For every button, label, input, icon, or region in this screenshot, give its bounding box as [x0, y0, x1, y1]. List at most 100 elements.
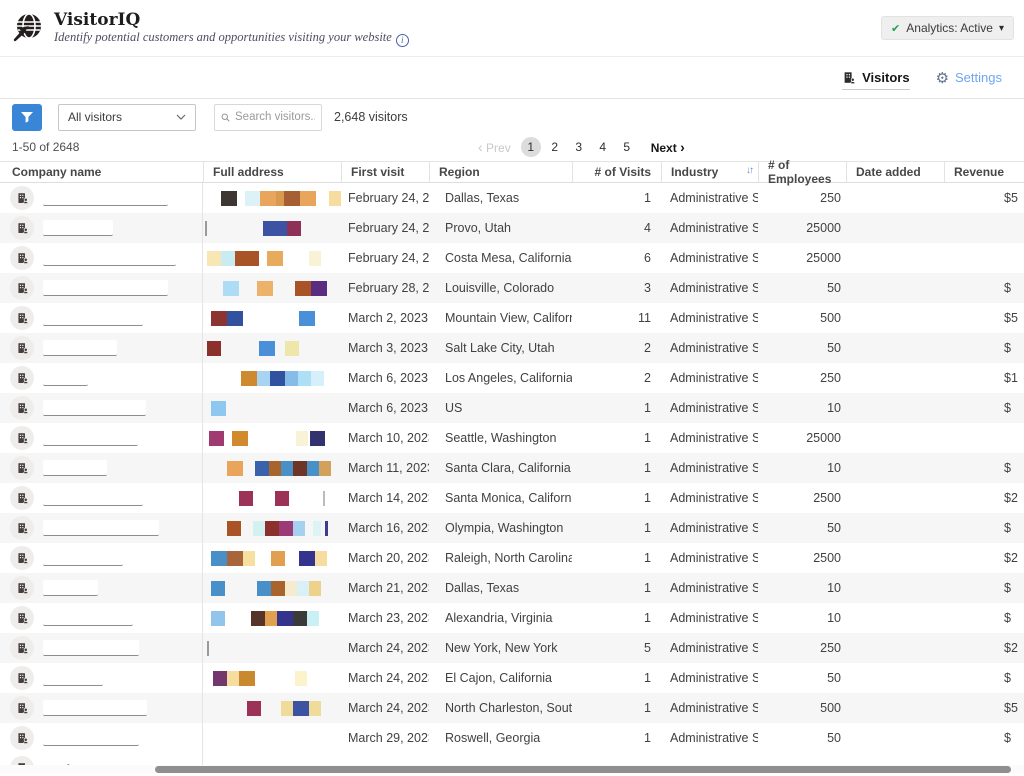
- first-visit-cell: March 23, 2023: [341, 611, 429, 625]
- column-header-full-address[interactable]: Full address: [203, 162, 341, 182]
- building-icon: [16, 552, 29, 565]
- table-row[interactable]: February 24, 2023Provo, Utah4Administrat…: [0, 213, 1024, 243]
- employees-cell: 50: [758, 341, 846, 355]
- table-row-partial[interactable]: Business Cent: [0, 753, 1024, 765]
- region-cell: Costa Mesa, California: [429, 251, 572, 265]
- company-name-redacted: [43, 670, 103, 686]
- company-name-redacted: [43, 580, 98, 596]
- table-row[interactable]: February 24, 2023Costa Mesa, California6…: [0, 243, 1024, 273]
- full-address-cell: [203, 453, 341, 483]
- address-redacted-block: [227, 551, 243, 566]
- company-cell: [0, 633, 203, 663]
- column-header-date-added[interactable]: Date added: [846, 162, 944, 182]
- column-header-first-visit[interactable]: First visit: [341, 162, 429, 182]
- column-header-revenue[interactable]: Revenue: [944, 162, 1024, 182]
- region-cell: Olympia, Washington: [429, 521, 572, 535]
- table-row[interactable]: March 21, 2023Dallas, Texas1Administrati…: [0, 573, 1024, 603]
- address-redacted-block: [311, 371, 324, 386]
- revenue-cell: $: [944, 611, 1024, 625]
- revenue-cell: $: [944, 671, 1024, 685]
- table-row[interactable]: February 24, 2023Dallas, Texas1Administr…: [0, 183, 1024, 213]
- building-icon: [16, 582, 29, 595]
- page-number-3[interactable]: 3: [569, 137, 589, 157]
- address-redacted-block: [295, 671, 307, 686]
- address-redacted-block: [207, 341, 221, 356]
- industry-cell: Administrative Sup...: [661, 311, 758, 325]
- company-avatar: [10, 456, 34, 480]
- revenue-cell: $2: [944, 551, 1024, 565]
- employees-cell: 10: [758, 401, 846, 415]
- globe-logo-icon: [12, 12, 44, 44]
- table-row[interactable]: March 3, 2023Salt Lake City, Utah2Admini…: [0, 333, 1024, 363]
- company-name-redacted: [43, 640, 139, 656]
- table-row[interactable]: March 16, 2023Olympia, Washington1Admini…: [0, 513, 1024, 543]
- visitoriq-app: VisitorIQ Identify potential customers a…: [0, 0, 1024, 776]
- analytics-status-button[interactable]: ✔ Analytics: Active ▾: [881, 16, 1014, 40]
- visits-cell: 1: [572, 551, 661, 565]
- tab-visitors[interactable]: Visitors: [842, 57, 909, 98]
- first-visit-cell: March 21, 2023: [341, 581, 429, 595]
- full-address-cell: [203, 183, 341, 213]
- first-visit-cell: March 6, 2023: [341, 401, 429, 415]
- info-icon[interactable]: i: [396, 34, 409, 47]
- table-row[interactable]: March 14, 2023Santa Monica, California1A…: [0, 483, 1024, 513]
- full-address-cell: [203, 483, 341, 513]
- visitor-filter-value: All visitors: [68, 110, 122, 124]
- column-header-industry[interactable]: Industry ↓↑: [661, 162, 758, 182]
- page-number-5[interactable]: 5: [617, 137, 637, 157]
- first-visit-cell: March 2, 2023: [341, 311, 429, 325]
- column-header-label: # of Visits: [595, 165, 651, 179]
- table-row[interactable]: March 11, 2023Santa Clara, California1Ad…: [0, 453, 1024, 483]
- table-row[interactable]: March 24, 2023New York, New York5Adminis…: [0, 633, 1024, 663]
- address-redacted-block: [221, 251, 235, 266]
- search-input[interactable]: [235, 111, 315, 123]
- industry-cell: Administrative Sup...: [661, 371, 758, 385]
- table-row[interactable]: March 20, 2023Raleigh, North Carolina1Ad…: [0, 543, 1024, 573]
- column-header-company-name[interactable]: Company name: [0, 162, 203, 182]
- prev-page-button[interactable]: ‹ Prev: [478, 139, 511, 155]
- table-row[interactable]: March 6, 2023US1Administrative Sup...10$: [0, 393, 1024, 423]
- next-page-button[interactable]: Next ›: [651, 139, 685, 155]
- full-address-cell: [203, 543, 341, 573]
- table-row[interactable]: March 6, 2023Los Angeles, California2Adm…: [0, 363, 1024, 393]
- employees-cell: 500: [758, 701, 846, 715]
- page-number-1[interactable]: 1: [521, 137, 541, 157]
- scrollbar-thumb[interactable]: [155, 766, 1011, 773]
- employees-cell: 25000: [758, 221, 846, 235]
- sort-arrows-icon[interactable]: ↓↑: [746, 165, 752, 176]
- visits-cell: 1: [572, 461, 661, 475]
- building-icon: [16, 342, 29, 355]
- page-number-4[interactable]: 4: [593, 137, 613, 157]
- horizontal-scrollbar[interactable]: [0, 765, 1024, 774]
- table-row[interactable]: March 29, 2023Roswell, Georgia1Administr…: [0, 723, 1024, 753]
- building-icon: [16, 492, 29, 505]
- column-header-region[interactable]: Region: [429, 162, 572, 182]
- industry-cell: Administrative Sup...: [661, 251, 758, 265]
- table-row[interactable]: February 28, 2023Louisville, Colorado3Ad…: [0, 273, 1024, 303]
- column-header-label: Industry: [671, 165, 718, 179]
- table-row[interactable]: March 10, 2023Seattle, Washington1Admini…: [0, 423, 1024, 453]
- industry-cell: Administrative Sup...: [661, 551, 758, 565]
- first-visit-cell: March 20, 2023: [341, 551, 429, 565]
- region-cell: Provo, Utah: [429, 221, 572, 235]
- column-header--of-visits[interactable]: # of Visits: [572, 162, 661, 182]
- filter-button[interactable]: [12, 104, 42, 131]
- full-address-cell: [203, 693, 341, 723]
- column-header-label: Region: [439, 165, 480, 179]
- visitor-filter-select[interactable]: All visitors: [58, 104, 196, 131]
- region-cell: Louisville, Colorado: [429, 281, 572, 295]
- company-cell: [0, 543, 203, 573]
- tab-settings[interactable]: ⚙ Settings: [936, 57, 1002, 98]
- employees-cell: 25000: [758, 431, 846, 445]
- table-row[interactable]: March 23, 2023Alexandria, Virginia1Admin…: [0, 603, 1024, 633]
- address-redacted-block: [257, 581, 271, 596]
- address-redacted-block: [285, 341, 299, 356]
- full-address-cell: [203, 333, 341, 363]
- column-header--of-employees[interactable]: # of Employees: [758, 162, 846, 182]
- page-number-2[interactable]: 2: [545, 137, 565, 157]
- table-row[interactable]: March 2, 2023Mountain View, California11…: [0, 303, 1024, 333]
- table-row[interactable]: March 24, 2023El Cajon, California1Admin…: [0, 663, 1024, 693]
- industry-cell: Administrative Sup...: [661, 671, 758, 685]
- table-row[interactable]: March 24, 2023North Charleston, South Ca…: [0, 693, 1024, 723]
- region-cell: Dallas, Texas: [429, 191, 572, 205]
